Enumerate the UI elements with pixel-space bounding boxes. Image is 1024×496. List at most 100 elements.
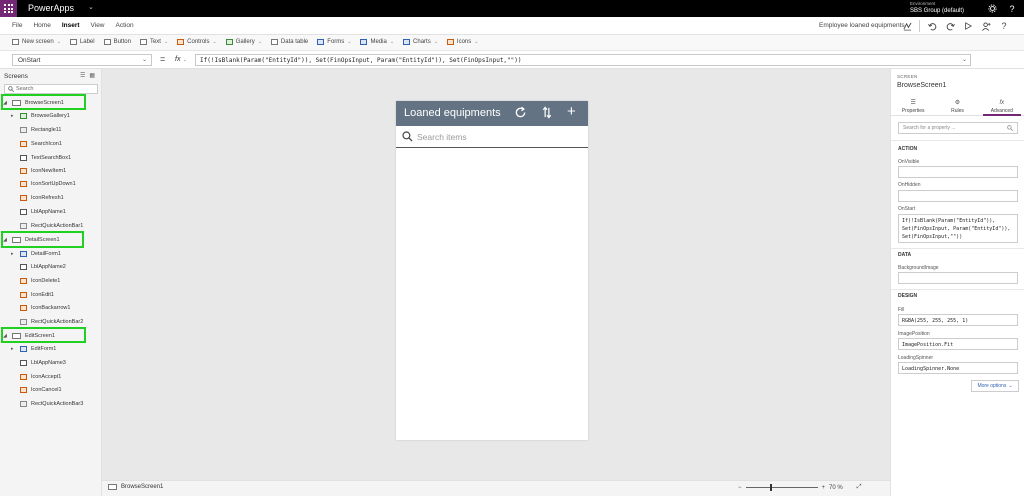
search-bar[interactable]: Search items (396, 126, 588, 148)
icon-control-icon (20, 292, 27, 298)
app-name[interactable]: PowerApps (28, 3, 74, 14)
tree-item-icon-new[interactable]: IconNewItem1 (20, 166, 66, 176)
collapsed-triangle-icon[interactable]: ▸ (11, 113, 16, 119)
controls-icon (177, 39, 185, 45)
menu-file[interactable]: File (12, 22, 22, 29)
tree-item-detail-form[interactable]: ▸ DetailForm1 (11, 249, 61, 259)
app-screen-preview[interactable] (396, 101, 588, 440)
tree-item-lbl-app-name-1[interactable]: LblAppName1 (20, 207, 66, 217)
collapsed-triangle-icon[interactable]: ▸ (11, 251, 16, 257)
chevron-down-icon: ⌄ (182, 56, 187, 63)
menu-home[interactable]: Home (33, 22, 50, 29)
undo-icon[interactable] (923, 18, 941, 34)
image-position-label: ImagePosition (898, 331, 930, 337)
tree-item-lbl-app-name-3[interactable]: LblAppName3 (20, 358, 66, 368)
tree-item-browse-gallery[interactable]: ▸ BrowseGallery1 (11, 111, 70, 121)
tree-item-edit-form[interactable]: ▸ EditForm1 (11, 344, 56, 354)
media-button[interactable]: Media ⌄ (360, 39, 394, 45)
onhidden-label: OnHidden (898, 182, 921, 188)
tree-item-icon-refresh[interactable]: IconRefresh1 (20, 193, 64, 203)
search-input[interactable]: Search items (417, 132, 467, 142)
tree-item-rectangle[interactable]: Rectangle11 (20, 125, 61, 135)
tree-item-rect-quick-2[interactable]: RectQuickActionBar2 (20, 317, 83, 327)
tree-item-icon-backarrow[interactable]: IconBackarrow1 (20, 303, 70, 313)
tree-item-icon-delete[interactable]: IconDelete1 (20, 276, 60, 286)
zoom-in-button[interactable]: + (822, 485, 826, 491)
property-search-input[interactable]: Search for a property ... (898, 122, 1018, 134)
app-actions: ? (898, 18, 1013, 34)
loading-spinner-input[interactable]: LoadingSpinner.None (898, 362, 1018, 374)
menu-action[interactable]: Action (116, 22, 134, 29)
properties-icon: ☰ (910, 99, 916, 106)
zoom-out-button[interactable]: − (738, 485, 742, 491)
icons-button[interactable]: Icons ⌄ (446, 39, 478, 45)
zoom-level: 70 % (829, 484, 843, 491)
tree-item-rect-quick-1[interactable]: RectQuickActionBar1 (20, 221, 83, 231)
zoom-slider[interactable] (745, 484, 818, 491)
tab-properties[interactable]: ☰ Properties (891, 98, 935, 115)
tab-rules[interactable]: ⚙ Rules (935, 98, 979, 115)
app-title[interactable]: Loaned equipments (404, 107, 501, 119)
environment-selector[interactable]: Environment SBS Group (default) (910, 0, 978, 17)
text-button[interactable]: Text ⌄ (139, 39, 168, 45)
button-button[interactable]: Button (103, 39, 131, 45)
function-button[interactable]: fx ⌄ (175, 53, 193, 66)
data-table-button[interactable]: Data table (270, 39, 308, 45)
help-icon[interactable]: ? (1002, 0, 1022, 17)
refresh-icon[interactable] (514, 106, 527, 121)
icon-control-icon (20, 374, 27, 380)
tree-item-icon-edit[interactable]: IconEdit1 (20, 290, 54, 300)
thumbnail-view-icon[interactable]: ▦ (89, 72, 95, 79)
zoom-slider-handle[interactable] (769, 484, 772, 491)
new-screen-button[interactable]: New screen ⌄ (12, 39, 61, 45)
gallery-button[interactable]: Gallery ⌄ (225, 39, 262, 45)
label-button[interactable]: Label (69, 39, 95, 45)
add-icon[interactable]: + (567, 104, 576, 119)
form-icon (20, 346, 27, 352)
new-screen-label: New screen (22, 39, 54, 45)
tree-item-text-search[interactable]: TextSearchBox1 (20, 153, 71, 163)
highlight-box (1, 231, 84, 248)
play-icon[interactable] (959, 18, 977, 34)
chevron-down-icon[interactable]: ⌄ (88, 3, 94, 11)
app-checker-icon[interactable] (898, 18, 916, 34)
settings-icon[interactable] (982, 0, 1002, 17)
text-button-label: Text (149, 39, 161, 45)
charts-button[interactable]: Charts ⌄ (403, 39, 438, 45)
expand-formula-icon[interactable]: ⌄ (962, 56, 967, 63)
image-position-input[interactable]: ImagePosition.Fit (898, 338, 1018, 350)
onstart-input[interactable]: If(!IsBlank(Param("EntityId")), Set(FinO… (898, 214, 1018, 243)
fit-to-window-icon[interactable]: ⤢ (857, 484, 862, 491)
search-icon (8, 86, 14, 92)
tree-search-input[interactable]: Search (4, 84, 98, 94)
document-name[interactable]: Employee loaned equipments (819, 22, 905, 29)
formula-input[interactable]: If(!IsBlank(Param("EntityId")), Set(FinO… (195, 54, 971, 66)
property-dropdown[interactable]: OnStart ⌄ (12, 54, 152, 66)
background-image-input[interactable] (898, 272, 1018, 284)
onvisible-input[interactable] (898, 166, 1018, 178)
tree-item-icon-sort[interactable]: IconSortUpDown1 (20, 179, 76, 189)
tree-item-label: IconAccept1 (31, 374, 62, 380)
share-user-icon[interactable] (977, 18, 995, 34)
menu-insert[interactable]: Insert (62, 22, 80, 29)
sort-up-down-icon[interactable] (542, 106, 552, 121)
onstart-label: OnStart (898, 206, 916, 212)
forms-button[interactable]: Forms ⌄ (317, 39, 351, 45)
fill-input[interactable]: RGBA(255, 255, 255, 1) (898, 314, 1018, 326)
tree-item-icon-accept[interactable]: IconAccept1 (20, 372, 61, 382)
more-options-button[interactable]: More options ⌄ (971, 380, 1019, 392)
app-launcher-icon[interactable] (0, 0, 17, 17)
current-screen-indicator[interactable]: BrowseScreen1 (108, 484, 163, 490)
tree-item-search-icon[interactable]: SearchIcon1 (20, 139, 62, 149)
menu-view[interactable]: View (91, 22, 105, 29)
list-view-icon[interactable]: ☰ (80, 72, 85, 79)
onhidden-input[interactable] (898, 190, 1018, 202)
collapsed-triangle-icon[interactable]: ▸ (11, 346, 16, 352)
controls-button[interactable]: Controls ⌄ (177, 39, 217, 45)
tab-advanced[interactable]: fx Advanced (980, 98, 1024, 116)
help-icon[interactable]: ? (995, 18, 1013, 34)
tree-item-icon-cancel[interactable]: IconCancel1 (20, 385, 62, 395)
redo-icon[interactable] (941, 18, 959, 34)
tree-item-rect-quick-3[interactable]: RectQuickActionBar3 (20, 399, 83, 409)
tree-item-lbl-app-name-2[interactable]: LblAppName2 (20, 262, 66, 272)
